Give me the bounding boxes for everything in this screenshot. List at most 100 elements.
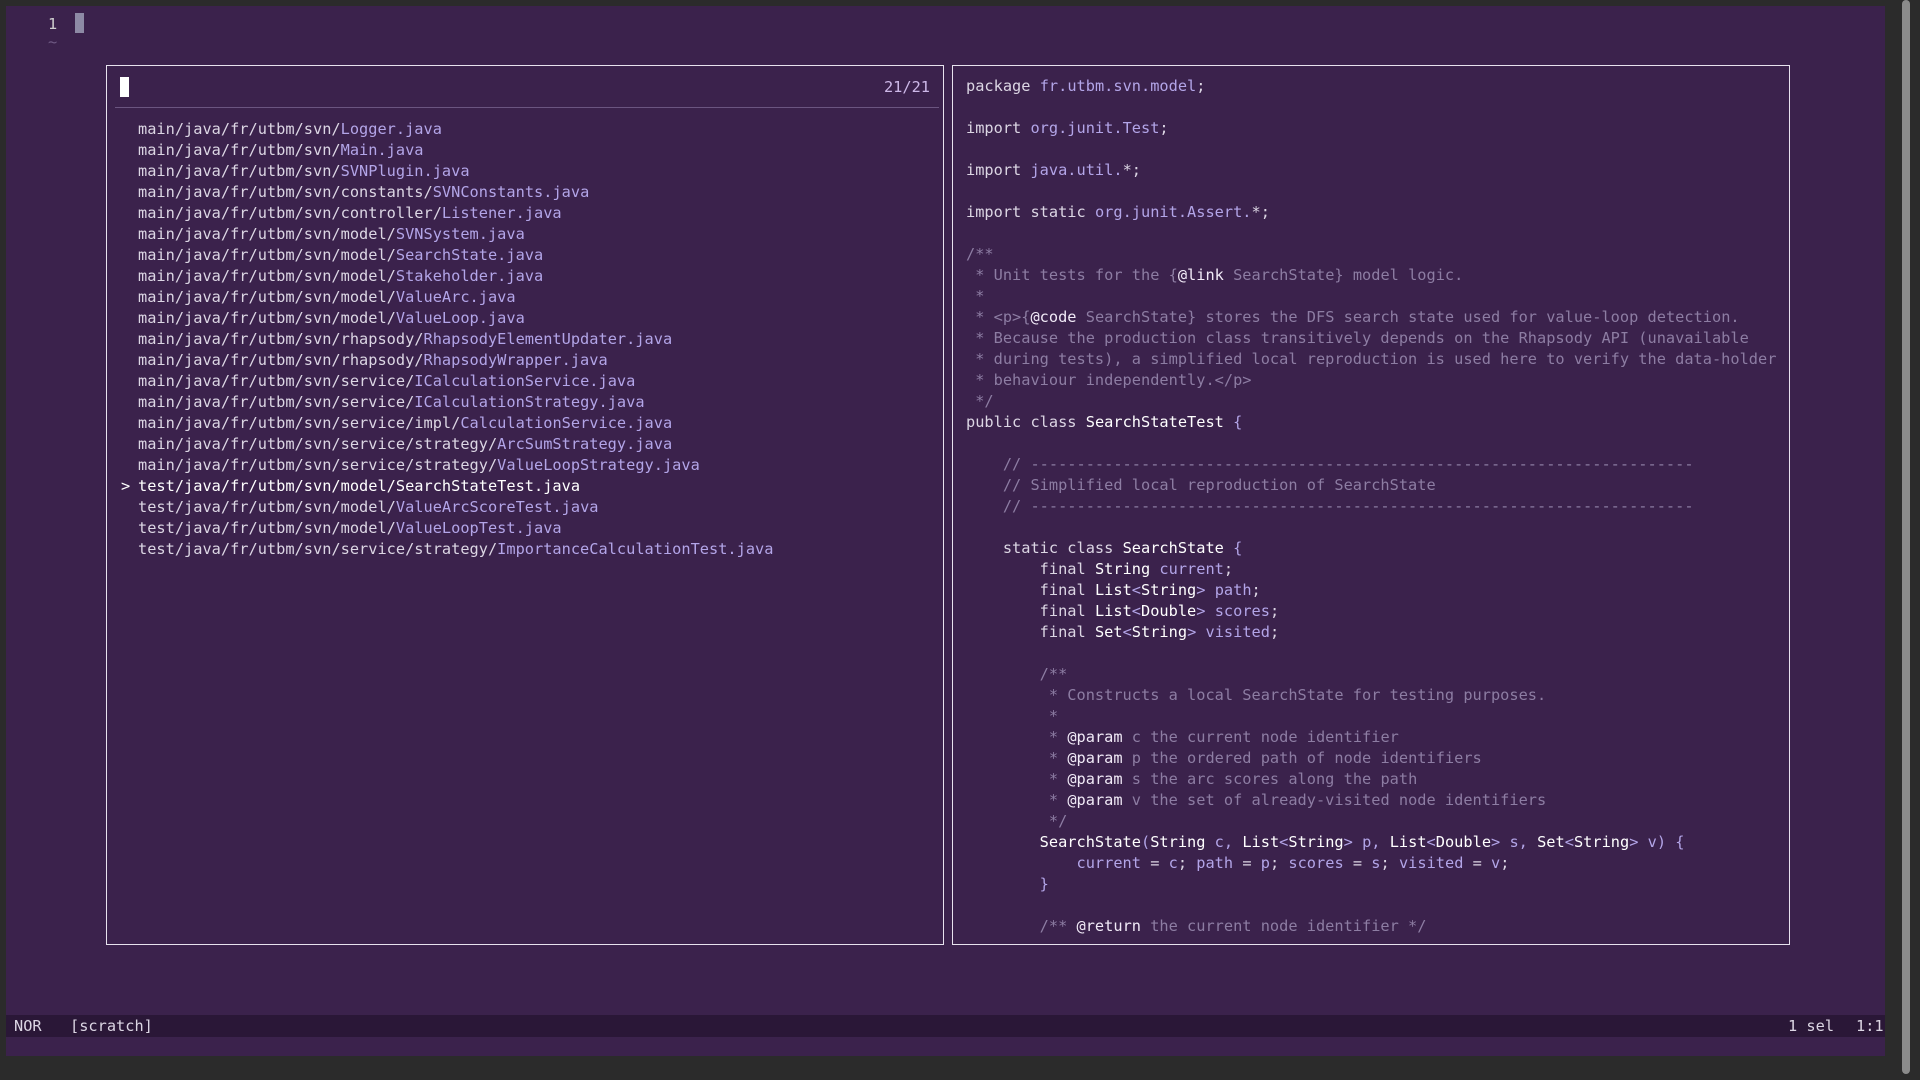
code-token: < bbox=[1426, 833, 1436, 851]
file-list-item[interactable]: main/java/fr/utbm/svn/model/ValueLoop.ja… bbox=[121, 308, 773, 329]
file-name: Listener.java bbox=[441, 204, 562, 222]
code-token: = bbox=[1343, 854, 1372, 872]
editor-window[interactable]: 1 ~ 21/21 main/java/fr/utbm/svn/Logger.j… bbox=[6, 6, 1885, 1038]
file-list-item[interactable]: main/java/fr/utbm/svn/service/ICalculati… bbox=[121, 392, 773, 413]
code-line: * @param s the arc scores along the path bbox=[966, 769, 1776, 790]
code-token: Set bbox=[1094, 623, 1123, 641]
file-list-item[interactable]: main/java/fr/utbm/svn/service/strategy/A… bbox=[121, 434, 773, 455]
code-token: java.util. bbox=[1030, 161, 1123, 179]
code-line: * behaviour independently.</p> bbox=[966, 370, 1776, 391]
code-token: @code bbox=[1030, 308, 1077, 326]
file-list-item[interactable]: test/java/fr/utbm/svn/model/ValueArcScor… bbox=[121, 497, 773, 518]
code-token: path bbox=[1214, 581, 1252, 599]
code-token: @param bbox=[1067, 791, 1123, 809]
file-list-item[interactable]: main/java/fr/utbm/svn/model/ValueArc.jav… bbox=[121, 287, 773, 308]
code-token: * bbox=[966, 287, 985, 305]
code-line: /** @return the current node identifier … bbox=[966, 916, 1776, 937]
code-token: ; bbox=[1380, 854, 1399, 872]
file-list-item[interactable]: main/java/fr/utbm/svn/Logger.java bbox=[121, 119, 773, 140]
code-token: > bbox=[1629, 833, 1648, 851]
code-token: public class bbox=[966, 413, 1086, 431]
file-name: ArcSumStrategy.java bbox=[497, 435, 673, 453]
file-list-item[interactable]: main/java/fr/utbm/svn/model/SearchState.… bbox=[121, 245, 773, 266]
file-list-item[interactable]: main/java/fr/utbm/svn/constants/SVNConst… bbox=[121, 182, 773, 203]
mode-indicator: NOR bbox=[14, 1017, 42, 1035]
file-name: SVNConstants.java bbox=[432, 183, 590, 201]
code-token: /** bbox=[966, 665, 1068, 683]
code-token: List bbox=[1242, 833, 1280, 851]
file-list-item[interactable]: main/java/fr/utbm/svn/Main.java bbox=[121, 140, 773, 161]
code-token: String bbox=[1150, 833, 1206, 851]
file-list-item[interactable]: main/java/fr/utbm/svn/rhapsody/RhapsodyE… bbox=[121, 329, 773, 350]
file-dir: main/java/fr/utbm/svn/rhapsody/ bbox=[138, 351, 424, 369]
code-line: * bbox=[966, 706, 1776, 727]
file-list-item[interactable]: main/java/fr/utbm/svn/SVNPlugin.java bbox=[121, 161, 773, 182]
code-token: SearchState} model logic. bbox=[1223, 266, 1464, 284]
code-token: , bbox=[1223, 833, 1243, 851]
file-dir: main/java/fr/utbm/svn/constants/ bbox=[138, 183, 433, 201]
file-list-item[interactable]: > test/java/fr/utbm/svn/model/SearchState… bbox=[121, 476, 773, 497]
code-token: ; bbox=[1269, 602, 1280, 620]
line-number: 1 bbox=[48, 15, 58, 33]
code-token: List bbox=[1094, 602, 1132, 620]
code-token: // -------------------------------------… bbox=[966, 497, 1694, 515]
file-name: Main.java bbox=[340, 141, 424, 159]
code-line: static class SearchState { bbox=[966, 538, 1776, 559]
code-token: < bbox=[1564, 833, 1574, 851]
file-list-item[interactable]: main/java/fr/utbm/svn/service/impl/Calcu… bbox=[121, 413, 773, 434]
file-list-item[interactable]: test/java/fr/utbm/svn/model/ValueLoopTes… bbox=[121, 518, 773, 539]
file-dir: main/java/fr/utbm/svn/model/ bbox=[138, 288, 396, 306]
code-token: * behaviour independently.</p> bbox=[966, 371, 1252, 389]
code-token: @param bbox=[1067, 749, 1123, 767]
code-token: * bbox=[966, 770, 1068, 788]
file-dir: main/java/fr/utbm/svn/service/strategy/ bbox=[138, 435, 498, 453]
code-token: = bbox=[1140, 854, 1169, 872]
file-name: CalculationService.java bbox=[460, 414, 673, 432]
code-token: ( bbox=[1140, 833, 1151, 851]
code-line: * <p>{@code SearchState} stores the DFS … bbox=[966, 307, 1776, 328]
empty-line-marker: ~ bbox=[48, 33, 58, 51]
code-token: * Because the production class transitiv… bbox=[966, 329, 1749, 347]
code-token: final bbox=[966, 602, 1095, 620]
code-line: import java.util.*; bbox=[966, 160, 1776, 181]
code-line: current = c; path = p; scores = s; visit… bbox=[966, 853, 1776, 874]
code-line: // Simplified local reproduction of Sear… bbox=[966, 475, 1776, 496]
file-list-item[interactable]: main/java/fr/utbm/svn/model/SVNSystem.ja… bbox=[121, 224, 773, 245]
file-dir: main/java/fr/utbm/svn/model/ bbox=[138, 225, 396, 243]
code-line: import org.junit.Test; bbox=[966, 118, 1776, 139]
code-token: ; bbox=[1269, 854, 1289, 872]
code-line: public class SearchStateTest { bbox=[966, 412, 1776, 433]
code-token: @link bbox=[1177, 266, 1224, 284]
code-token: package bbox=[966, 77, 1040, 95]
file-list-item[interactable]: main/java/fr/utbm/svn/rhapsody/RhapsodyW… bbox=[121, 350, 773, 371]
search-prompt-cursor[interactable] bbox=[120, 77, 129, 97]
code-token: * bbox=[966, 707, 1059, 725]
file-list-item[interactable]: main/java/fr/utbm/svn/service/strategy/V… bbox=[121, 455, 773, 476]
code-line: * Unit tests for the {@link SearchState}… bbox=[966, 265, 1776, 286]
file-name: SVNPlugin.java bbox=[340, 162, 470, 180]
code-token: ; bbox=[1177, 854, 1197, 872]
file-name: SearchState.java bbox=[395, 246, 544, 264]
file-list-item[interactable]: main/java/fr/utbm/svn/service/ICalculati… bbox=[121, 371, 773, 392]
code-token: > bbox=[1196, 581, 1215, 599]
code-line: * @param p the ordered path of node iden… bbox=[966, 748, 1776, 769]
window-scrollbar[interactable] bbox=[1902, 0, 1910, 1074]
code-token: Double bbox=[1141, 602, 1197, 620]
code-token: v bbox=[1647, 833, 1657, 851]
file-dir: main/java/fr/utbm/svn/service/impl/ bbox=[138, 414, 461, 432]
file-name: ICalculationService.java bbox=[414, 372, 636, 390]
command-line[interactable] bbox=[6, 1037, 1885, 1056]
code-line: // -------------------------------------… bbox=[966, 496, 1776, 517]
code-token: SearchState bbox=[966, 833, 1141, 851]
code-token: final bbox=[966, 581, 1095, 599]
file-name: Stakeholder.java bbox=[395, 267, 544, 285]
file-list-item[interactable]: main/java/fr/utbm/svn/model/Stakeholder.… bbox=[121, 266, 773, 287]
file-picker[interactable]: 21/21 main/java/fr/utbm/svn/Logger.java m… bbox=[106, 65, 944, 945]
code-line: // -------------------------------------… bbox=[966, 454, 1776, 475]
code-token: < bbox=[1131, 581, 1141, 599]
file-list-item[interactable]: main/java/fr/utbm/svn/controller/Listene… bbox=[121, 203, 773, 224]
file-list-item[interactable]: test/java/fr/utbm/svn/service/strategy/I… bbox=[121, 539, 773, 560]
